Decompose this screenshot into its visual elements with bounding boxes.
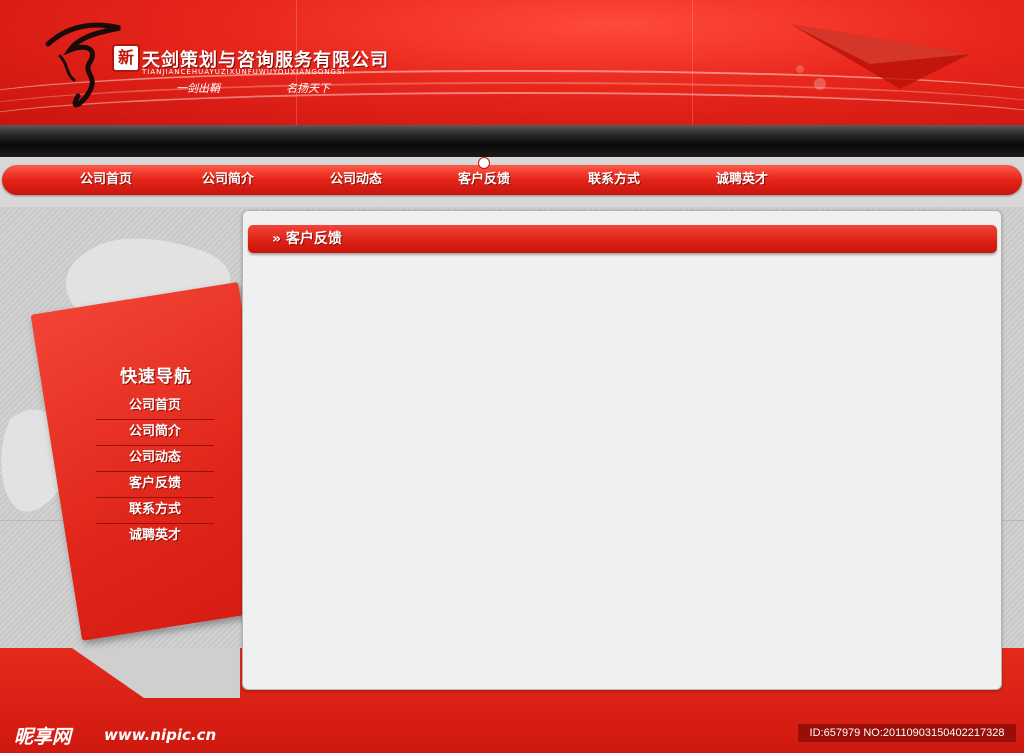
nav-item-news[interactable]: 公司动态 <box>330 165 382 195</box>
header-dark-bar <box>0 125 1024 157</box>
nav-item-feedback[interactable]: 客户反馈 <box>458 165 510 195</box>
slogan-right: 名扬天下 <box>286 82 330 95</box>
nav-item-careers[interactable]: 诚聘英才 <box>716 165 768 195</box>
content-panel-title: » 客户反馈 <box>272 231 342 247</box>
nav-item-about[interactable]: 公司简介 <box>202 165 254 195</box>
content-panel-header <box>248 225 997 253</box>
site-header: 新 天剑策划与咨询服务有限公司 TIANJIANCEHUAYUZIXUNFUWU… <box>0 0 1024 125</box>
side-nav-item-contact[interactable]: 联系方式 <box>96 497 214 524</box>
side-nav-item-news[interactable]: 公司动态 <box>96 445 214 472</box>
main-nav: 公司首页 公司简介 公司动态 客户反馈 联系方式 诚聘英才 <box>2 165 1022 195</box>
watermark-image-id: ID:657979 NO:20110903150402217328 <box>798 724 1016 742</box>
side-nav-item-home[interactable]: 公司首页 <box>96 393 214 420</box>
watermark-logo: 昵享网 <box>14 726 72 748</box>
side-nav-item-feedback[interactable]: 客户反馈 <box>96 471 214 498</box>
watermark-url: www.nipic.cn <box>104 726 217 744</box>
paper-plane-icon <box>790 24 970 90</box>
logo-badge: 新 <box>112 44 140 72</box>
quick-nav-title: 快速导航 <box>120 367 192 387</box>
nav-item-home[interactable]: 公司首页 <box>80 165 132 195</box>
content-panel <box>242 210 1002 690</box>
nav-active-indicator <box>478 157 490 169</box>
side-nav-item-careers[interactable]: 诚聘英才 <box>96 523 214 549</box>
slogan-left: 一剑出鞘 <box>176 82 220 95</box>
company-pinyin: TIANJIANCEHUAYUZIXUNFUWUYOUXIANGONGSI <box>142 68 346 76</box>
side-nav-item-about[interactable]: 公司简介 <box>96 419 214 446</box>
nav-item-contact[interactable]: 联系方式 <box>588 165 640 195</box>
